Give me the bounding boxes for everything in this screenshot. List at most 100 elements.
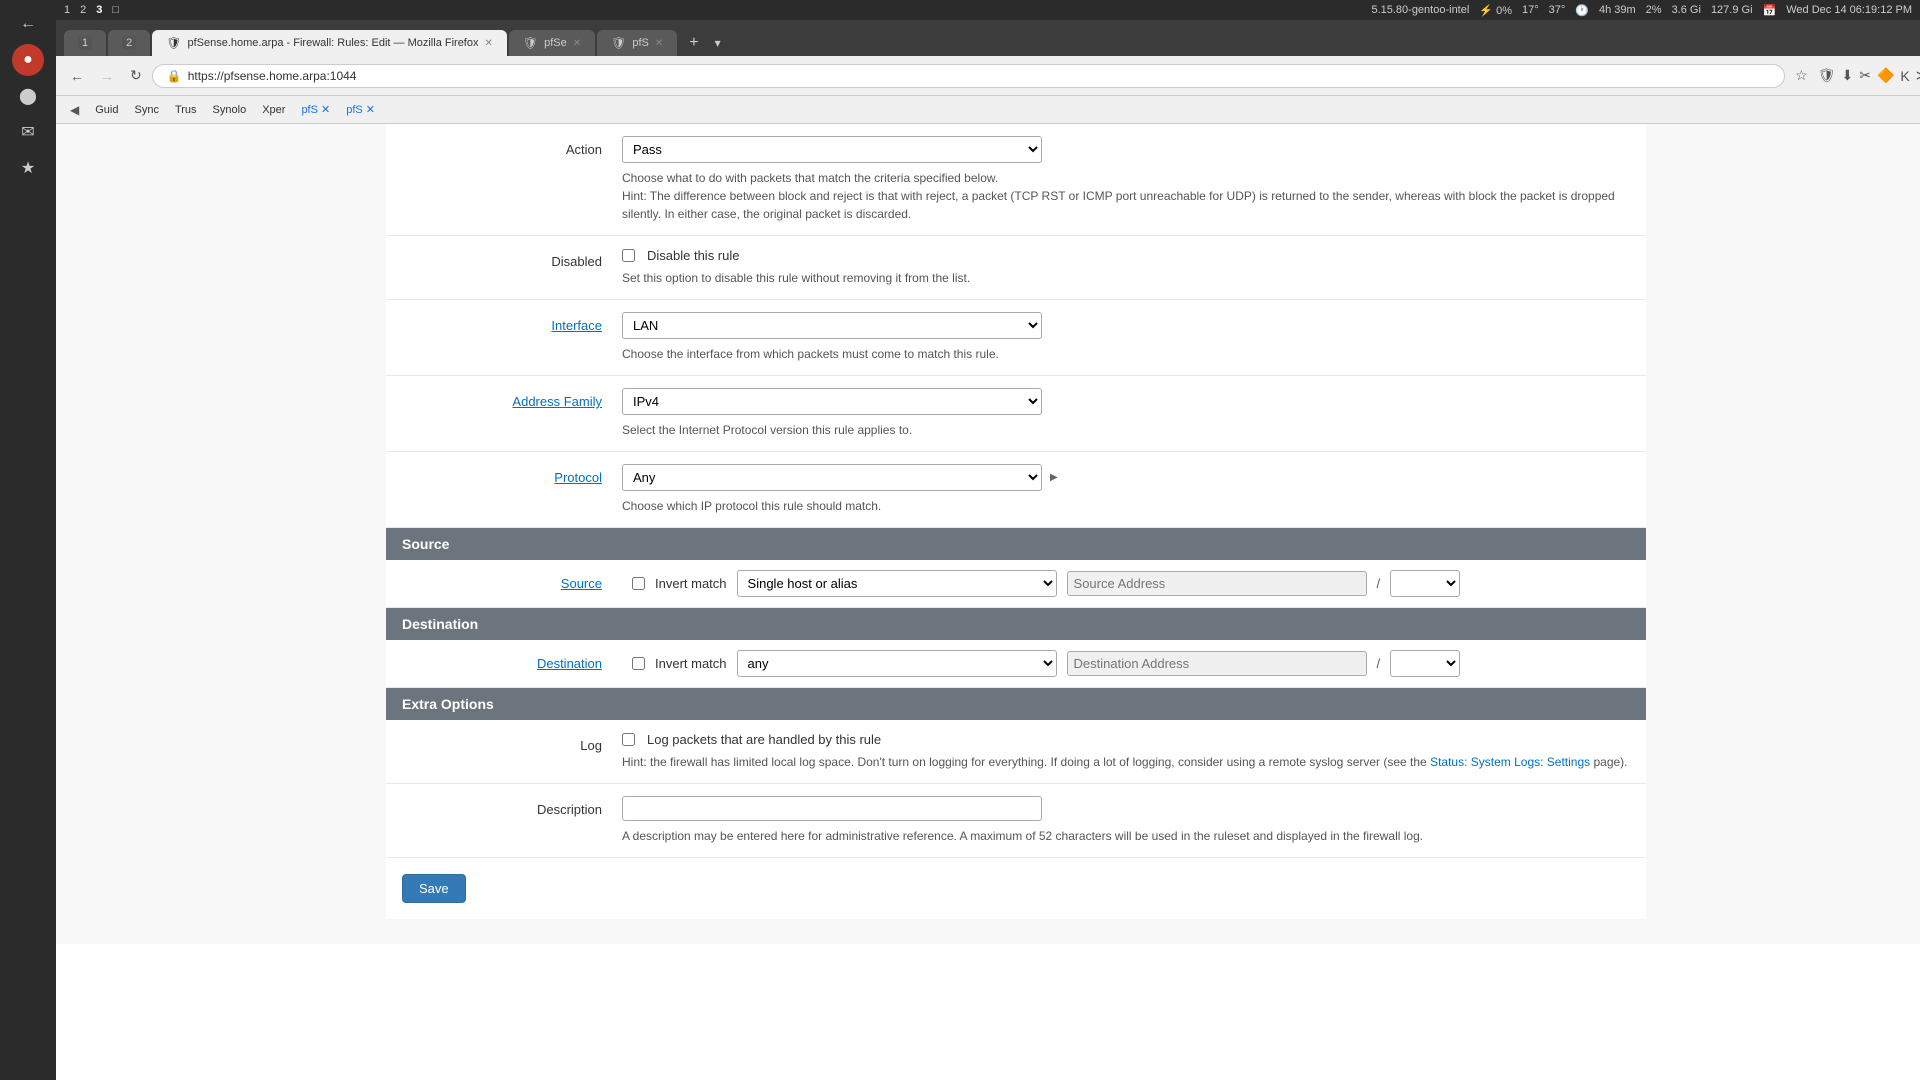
tab-list-button[interactable]: ▾ <box>709 32 727 54</box>
tab-favicon: 🛡 <box>166 36 181 50</box>
forward-button[interactable]: → <box>94 64 120 88</box>
time-remaining: 4h 39m <box>1599 4 1636 16</box>
sidebar-back-icon[interactable]: ← <box>12 8 44 40</box>
extensions-icon[interactable]: ≫ <box>1916 67 1920 84</box>
address-bar[interactable]: 🔒 https://pfsense.home.arpa:1044 <box>152 64 1785 88</box>
back-button[interactable]: ← <box>64 64 90 88</box>
destination-invert-label: Invert match <box>655 656 727 671</box>
destination-section-header: Destination <box>386 608 1646 640</box>
temperature: 17° <box>1522 4 1539 16</box>
destination-link[interactable]: Destination <box>537 656 602 671</box>
source-address-input[interactable] <box>1067 571 1367 596</box>
disabled-checkbox-row: Disable this rule <box>622 248 1630 263</box>
tab-close-button[interactable]: ✕ <box>484 38 492 49</box>
address-family-label: Address Family <box>402 388 622 409</box>
workspace-1[interactable]: 1 <box>64 4 70 16</box>
ublock-icon[interactable]: 🛡 <box>1818 67 1836 84</box>
workspace-icon: □ <box>112 4 119 16</box>
protocol-row: Protocol Any TCP UDP ICMP ▶ Choose which… <box>386 452 1646 528</box>
syslog-link[interactable]: Status: System Logs: Settings <box>1430 755 1590 769</box>
destination-type-select[interactable]: any Single host or alias Network <box>737 650 1057 677</box>
cursor-indicator: ▶ <box>1050 472 1058 483</box>
source-controls: Invert match Single host or alias any Ne… <box>632 570 1630 597</box>
log-row: Log Log packets that are handled by this… <box>386 720 1646 784</box>
log-checkbox[interactable] <box>622 733 635 746</box>
interface-hint: Choose the interface from which packets … <box>622 345 1630 363</box>
bookmarks-bar: ◀ Guid Sync Trus Synolo Xper pfS ✕ pfS ✕ <box>56 96 1920 124</box>
bookmark-pfsense-2[interactable]: pfS ✕ <box>340 101 381 118</box>
container-icon[interactable]: 🔶 <box>1877 67 1894 84</box>
tab-5[interactable]: 🛡 pfS ✕ <box>597 30 677 56</box>
sidebar-mail-icon[interactable]: ✉ <box>12 116 44 148</box>
sidebar-reddit-icon[interactable]: ● <box>12 44 44 76</box>
protocol-select[interactable]: Any TCP UDP ICMP <box>622 464 1042 491</box>
bookmark-trus[interactable]: Trus <box>169 102 203 118</box>
tab-2[interactable]: 2 <box>108 30 150 56</box>
tab-title: pfSense.home.arpa - Firewall: Rules: Edi… <box>187 37 478 49</box>
reload-button[interactable]: ↻ <box>124 63 148 88</box>
destination-row: Destination Invert match any Single host… <box>386 640 1646 688</box>
destination-invert-checkbox[interactable] <box>632 657 645 670</box>
workspace-3[interactable]: 3 <box>96 4 102 16</box>
source-link[interactable]: Source <box>561 576 602 591</box>
disabled-hint: Set this option to disable this rule wit… <box>622 269 1630 287</box>
download-icon[interactable]: ⬇ <box>1841 67 1853 84</box>
bookmark-pfsense-1[interactable]: pfS ✕ <box>295 101 336 118</box>
destination-invert-container: Invert match <box>632 656 727 671</box>
action-select[interactable]: Pass Block Reject <box>622 136 1042 163</box>
screenshot-icon[interactable]: ✂ <box>1859 67 1871 84</box>
bookmark-xper[interactable]: Xper <box>256 102 291 118</box>
interface-link[interactable]: Interface <box>551 318 602 333</box>
address-text: https://pfsense.home.arpa:1044 <box>188 69 357 83</box>
save-button[interactable]: Save <box>402 874 466 903</box>
source-invert-checkbox[interactable] <box>632 577 645 590</box>
description-label: Description <box>402 796 622 817</box>
destination-field-label: Destination <box>402 656 622 671</box>
disabled-checkbox[interactable] <box>622 249 635 262</box>
clock-icon: 🕐 <box>1575 4 1589 17</box>
tab5-title: pfS <box>632 37 649 49</box>
address-family-content: IPv4 IPv6 IPv4+IPv6 Select the Internet … <box>622 388 1630 439</box>
action-hint: Choose what to do with packets that matc… <box>622 169 1630 223</box>
tab-4[interactable]: 🛡 pfSe ✕ <box>509 30 595 56</box>
destination-cidr-select[interactable]: 8 16 24 32 <box>1390 650 1460 677</box>
tab4-close[interactable]: ✕ <box>573 38 581 49</box>
save-area: Save <box>386 858 1646 919</box>
battery-pct: 2% <box>1646 4 1662 16</box>
address-family-select[interactable]: IPv4 IPv6 IPv4+IPv6 <box>622 388 1042 415</box>
bookmark-guid[interactable]: Guid <box>89 102 124 118</box>
interface-label: Interface <box>402 312 622 333</box>
new-tab-button[interactable]: + <box>683 30 704 56</box>
description-row: Description A description may be entered… <box>386 784 1646 858</box>
description-input[interactable] <box>622 796 1042 821</box>
browser-window: 1 2 🛡 pfSense.home.arpa - Firewall: Rule… <box>56 20 1920 124</box>
source-cidr-select[interactable]: 8 16 24 32 <box>1390 570 1460 597</box>
bookmark-synolo[interactable]: Synolo <box>207 102 253 118</box>
tab-3-active[interactable]: 🛡 pfSense.home.arpa - Firewall: Rules: E… <box>152 30 507 56</box>
navigation-bar: ← → ↻ 🔒 https://pfsense.home.arpa:1044 ☆… <box>56 56 1920 96</box>
bookmark-sync[interactable]: Sync <box>128 102 164 118</box>
sidebar-bookmark-icon[interactable]: ★ <box>12 152 44 184</box>
source-type-select[interactable]: Single host or alias any Network <box>737 570 1057 597</box>
address-family-hint: Select the Internet Protocol version thi… <box>622 421 1630 439</box>
toolbar-icons: 🛡 ⬇ ✂ 🔶 K ≫ ≡ 🦊 <box>1818 67 1920 84</box>
description-hint: A description may be entered here for ad… <box>622 827 1630 845</box>
action-label: Action <box>402 136 622 157</box>
tab4-favicon: 🛡 <box>523 36 538 50</box>
bookmark-star[interactable]: ☆ <box>1789 63 1814 88</box>
protocol-hint: Choose which IP protocol this rule shoul… <box>622 497 1630 515</box>
protocol-link[interactable]: Protocol <box>554 470 602 485</box>
tab-1[interactable]: 1 <box>64 30 106 56</box>
log-checkbox-label: Log packets that are handled by this rul… <box>647 732 881 747</box>
source-invert-container: Invert match <box>632 576 727 591</box>
workspace-2[interactable]: 2 <box>80 4 86 16</box>
disabled-row: Disabled Disable this rule Set this opti… <box>386 236 1646 300</box>
sidebar-toggle[interactable]: ◀ <box>64 99 85 121</box>
destination-address-input[interactable] <box>1067 651 1367 676</box>
address-family-link[interactable]: Address Family <box>512 394 602 409</box>
keepass-icon[interactable]: K <box>1900 68 1909 84</box>
interface-select[interactable]: LAN WAN Loopback <box>622 312 1042 339</box>
sidebar-zulip-icon[interactable]: ⬤ <box>12 80 44 112</box>
system-info: 5.15.80-gentoo-intel ⚡ 0% 17° 37° 🕐 4h 3… <box>1371 4 1912 17</box>
tab5-close[interactable]: ✕ <box>655 38 663 49</box>
